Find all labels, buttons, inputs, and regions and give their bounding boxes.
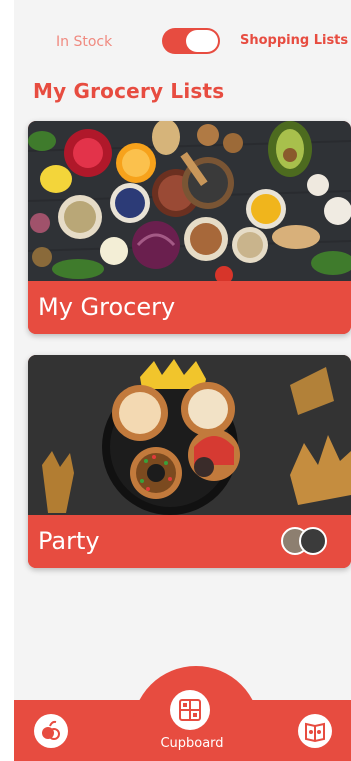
list-title: My Grocery	[38, 293, 176, 321]
mode-switch[interactable]	[162, 28, 220, 54]
list-title: Party	[38, 527, 100, 555]
cupboard-icon[interactable]	[170, 690, 210, 730]
cupboard-tab-label[interactable]: Cupboard	[146, 736, 238, 751]
switch-knob	[186, 30, 218, 52]
list-card-footer: Party	[28, 515, 351, 568]
list-card-party[interactable]: Party	[28, 355, 351, 568]
page-title: My Grocery Lists	[33, 79, 225, 103]
shopping-lists-label[interactable]: Shopping Lists	[240, 33, 348, 48]
app-screen: In Stock Shopping Lists My Grocery Lists	[14, 0, 351, 761]
recipe-book-icon[interactable]	[298, 714, 332, 748]
avatar	[299, 527, 327, 555]
mode-toggle-row: In Stock Shopping Lists	[14, 28, 351, 54]
grocery-image	[28, 121, 351, 281]
party-image	[28, 355, 351, 515]
in-stock-label[interactable]: In Stock	[56, 34, 112, 50]
pantry-fruit-icon[interactable]	[34, 714, 68, 748]
shared-members-avatars[interactable]	[281, 527, 341, 557]
list-card-my-grocery[interactable]: My Grocery	[28, 121, 351, 334]
list-card-footer: My Grocery	[28, 281, 351, 334]
